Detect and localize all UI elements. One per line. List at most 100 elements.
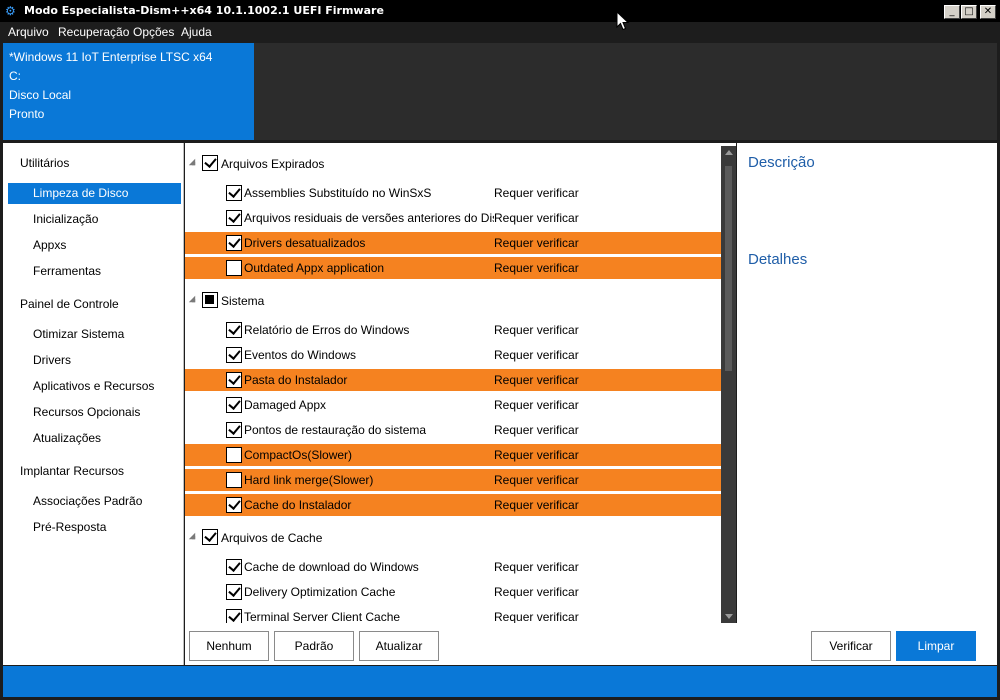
group-label: Arquivos Expirados (221, 157, 325, 171)
menu-arquivo[interactable]: Arquivo (8, 25, 49, 39)
sidebar-group-utilitarios: Utilitários (20, 156, 70, 170)
item-checkbox[interactable] (226, 322, 242, 338)
action-bar: Nenhum Padrão Atualizar Verificar Limpar (185, 623, 997, 665)
item-label: Pontos de restauração do sistema (244, 423, 427, 437)
item-label: Terminal Server Client Cache (244, 610, 401, 623)
window-title: Modo Especialista-Dism++x64 10.1.1002.1 … (24, 4, 384, 17)
cleanup-item-row[interactable]: Drivers desatualizados Requer verificar (185, 232, 721, 254)
default-button[interactable]: Padrão (274, 631, 354, 661)
item-status: Requer verificar (494, 373, 579, 387)
cleanup-group[interactable]: Sistema (185, 288, 721, 313)
cleanup-item-row[interactable]: Outdated Appx application Requer verifica… (185, 257, 721, 279)
cleanup-item-row[interactable]: Assemblies Substituído no WinSxS Requer v… (185, 182, 721, 204)
group-checkbox[interactable] (202, 529, 218, 545)
cleanup-group[interactable]: Arquivos de Cache (185, 525, 721, 550)
item-status: Requer verificar (494, 186, 579, 200)
sidebar-item-atualizacoes[interactable]: Atualizações (8, 428, 181, 449)
item-checkbox[interactable] (226, 185, 242, 201)
description-panel: Descrição Detalhes (737, 143, 997, 623)
cleanup-item-row[interactable]: Cache do Instalador Requer verificar (185, 494, 721, 516)
item-status: Requer verificar (494, 323, 579, 337)
sidebar-item-otimizar-sistema[interactable]: Otimizar Sistema (8, 324, 181, 345)
description-title: Descrição (748, 154, 815, 171)
item-status: Requer verificar (494, 560, 579, 574)
item-checkbox[interactable] (226, 472, 242, 488)
sidebar-item-limpeza-de-disco[interactable]: Limpeza de Disco (8, 183, 181, 204)
group-checkbox[interactable] (202, 155, 218, 171)
item-checkbox[interactable] (226, 584, 242, 600)
vertical-scrollbar[interactable] (721, 146, 736, 623)
sidebar-group-painel-de-controle: Painel de Controle (20, 297, 119, 311)
status-bar (3, 666, 997, 697)
item-checkbox[interactable] (226, 372, 242, 388)
cleanup-item-row[interactable]: Pontos de restauração do sistema Requer v… (185, 419, 721, 441)
scroll-up-arrow-icon[interactable] (725, 150, 733, 155)
expand-arrow-icon[interactable] (188, 158, 196, 166)
menu-opcoes[interactable]: Opções (133, 25, 174, 39)
item-checkbox[interactable] (226, 559, 242, 575)
item-label: Hard link merge(Slower) (244, 473, 374, 487)
scroll-down-arrow-icon[interactable] (725, 614, 733, 619)
sidebar-item-aplicativos-e-recursos[interactable]: Aplicativos e Recursos (8, 376, 181, 397)
clean-button[interactable]: Limpar (896, 631, 976, 661)
cleanup-item-row[interactable]: Eventos do Windows Requer verificar (185, 344, 721, 366)
item-label: Delivery Optimization Cache (244, 585, 396, 599)
cleanup-item-row[interactable]: Hard link merge(Slower) Requer verificar (185, 469, 721, 491)
item-checkbox[interactable] (226, 497, 242, 513)
cleanup-item-row[interactable]: CompactOs(Slower) Requer verificar (185, 444, 721, 466)
title-bar[interactable]: ⚙ Modo Especialista-Dism++x64 10.1.1002.… (0, 0, 1000, 22)
item-checkbox[interactable] (226, 260, 242, 276)
cleanup-item-row[interactable]: Cache de download do Windows Requer verif… (185, 556, 721, 578)
minimize-button[interactable]: _ (944, 5, 960, 19)
item-label: Cache do Instalador (244, 498, 352, 512)
image-list-area (254, 43, 997, 140)
item-status: Requer verificar (494, 211, 579, 225)
item-status: Requer verificar (494, 423, 579, 437)
sidebar-item-pre-resposta[interactable]: Pré-Resposta (8, 517, 181, 538)
item-status: Requer verificar (494, 498, 579, 512)
item-checkbox[interactable] (226, 347, 242, 363)
item-checkbox[interactable] (226, 235, 242, 251)
sidebar-item-appxs[interactable]: Appxs (8, 235, 181, 256)
menu-recuperacao[interactable]: Recuperação (58, 25, 129, 39)
disk-name: Disco Local (9, 88, 72, 102)
cleanup-item-row[interactable]: Damaged Appx Requer verificar (185, 394, 721, 416)
item-checkbox[interactable] (226, 447, 242, 463)
item-label: Arquivos residuais de versões anteriores… (244, 211, 494, 225)
cleanup-item-row[interactable]: Delivery Optimization Cache Requer verifi… (185, 581, 721, 603)
item-checkbox[interactable] (226, 397, 242, 413)
none-button[interactable]: Nenhum (189, 631, 269, 661)
cleanup-item-row[interactable]: Terminal Server Client Cache Requer verif… (185, 606, 721, 623)
cleanup-item-row[interactable]: Pasta do Instalador Requer verificar (185, 369, 721, 391)
item-status: Requer verificar (494, 585, 579, 599)
image-info-panel[interactable]: *Windows 11 IoT Enterprise LTSC x64 C: D… (3, 43, 254, 140)
menu-ajuda[interactable]: Ajuda (181, 25, 212, 39)
cleanup-item-row[interactable]: Arquivos residuais de versões anteriores… (185, 207, 721, 229)
refresh-button[interactable]: Atualizar (359, 631, 439, 661)
sidebar-item-associacoes-padrao[interactable]: Associações Padrão (8, 491, 181, 512)
maximize-button[interactable]: □ (961, 5, 977, 19)
sidebar-item-recursos-opcionais[interactable]: Recursos Opcionais (8, 402, 181, 423)
cleanup-item-row[interactable]: Relatório de Erros do Windows Requer veri… (185, 319, 721, 341)
scroll-thumb[interactable] (725, 166, 732, 371)
menu-bar: Arquivo Recuperação Opções Ajuda (0, 22, 1000, 42)
item-checkbox[interactable] (226, 609, 242, 623)
item-label: CompactOs(Slower) (244, 448, 353, 462)
sidebar-group-implantar-recursos: Implantar Recursos (20, 464, 125, 478)
expand-arrow-icon[interactable] (188, 532, 196, 540)
group-checkbox[interactable] (202, 292, 218, 308)
sidebar-item-drivers[interactable]: Drivers (8, 350, 181, 371)
sidebar-item-inicializacao[interactable]: Inicialização (8, 209, 181, 230)
verify-button[interactable]: Verificar (811, 631, 891, 661)
close-button[interactable]: ✕ (980, 5, 996, 19)
item-checkbox[interactable] (226, 422, 242, 438)
item-label: Relatório de Erros do Windows (244, 323, 410, 337)
status-text: Pronto (9, 107, 45, 121)
item-checkbox[interactable] (226, 210, 242, 226)
mouse-cursor-icon (616, 11, 630, 31)
item-label: Eventos do Windows (244, 348, 357, 362)
cleanup-group[interactable]: Arquivos Expirados (185, 151, 721, 176)
expand-arrow-icon[interactable] (188, 295, 196, 303)
sidebar-item-ferramentas[interactable]: Ferramentas (8, 261, 181, 282)
item-label: Assemblies Substituído no WinSxS (244, 186, 432, 200)
